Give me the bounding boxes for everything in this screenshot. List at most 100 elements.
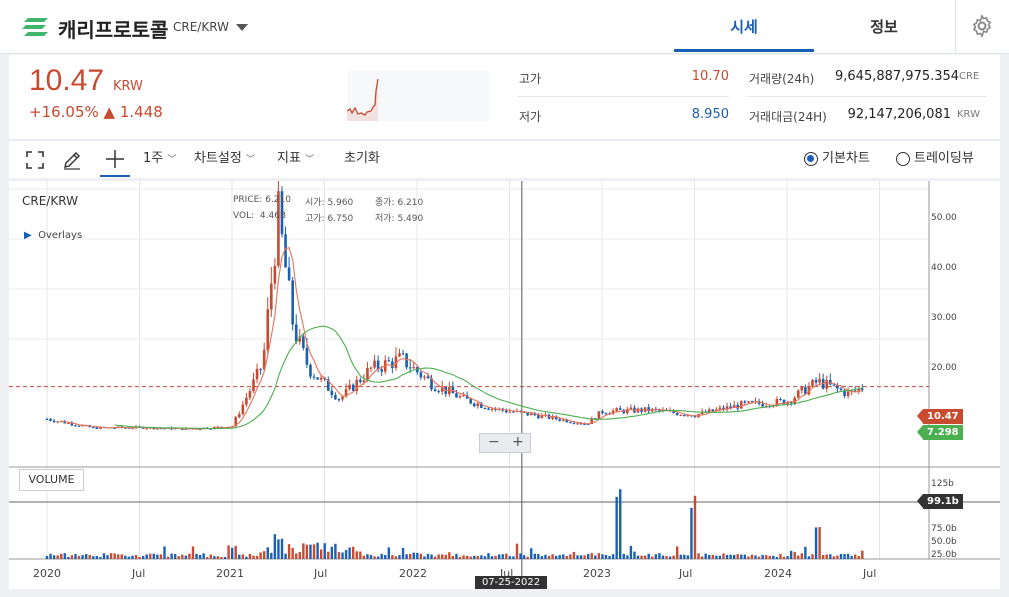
volume-bar [643,555,647,559]
crosshair-tool-button[interactable] [100,141,130,177]
chart-canvas[interactable] [9,181,1000,589]
volume-bar [544,554,547,559]
long-moving-average-line [114,325,863,430]
candle-body [312,376,316,378]
volume-bar [74,554,77,559]
volume-bar [351,546,355,559]
volume-bar [576,555,579,559]
basic-chart-radio[interactable] [804,152,818,166]
volume-bar [708,554,711,559]
time-axis-tick: 2023 [583,567,611,580]
candle-body [693,416,697,418]
chevron-down-icon[interactable] [236,24,248,31]
reset-button[interactable]: 초기화 [344,141,380,179]
candle-body [604,413,608,415]
volume-bar [124,555,127,559]
candle-body [512,411,515,413]
volume-bar [63,553,67,559]
candle-body [270,283,273,310]
candle-body [739,401,743,409]
zoom-out-button[interactable]: − [488,434,500,450]
pencil-icon[interactable] [62,150,82,170]
price-chart[interactable]: CRE/KRW ▶ Overlays PRICE: 6.210 시가: 5.96… [9,181,1000,589]
volume-bar [658,553,661,559]
volume-bar [348,547,351,559]
volume-bar [615,496,618,559]
volume-bar [302,543,305,559]
volume-bar [234,545,237,559]
volume-bar [184,555,188,559]
interval-select[interactable]: 1주 ﹀ [143,141,176,179]
fullscreen-icon[interactable] [26,151,44,169]
time-axis-tick: 2020 [33,567,61,580]
volume-bar [661,555,665,559]
candle-body [412,367,416,369]
volume-bar [686,555,690,559]
zoom-control[interactable]: − + [479,433,531,453]
candle-body [825,380,829,389]
volume-bar [636,555,640,559]
tab-info[interactable]: 정보 [814,0,954,52]
volume-bar [159,554,163,559]
volume-bar [230,547,234,559]
volume-bar [572,551,576,559]
volume-bar [601,554,604,559]
candle-body [52,420,56,423]
candle-body [675,412,679,416]
volume-bar [255,556,259,559]
overlays-toggle[interactable]: ▶ Overlays [24,230,82,241]
volume-bar [743,554,747,559]
settings-button[interactable] [955,0,1009,53]
volume-bar [690,507,693,559]
volume-bar [117,554,120,559]
volume-bar [668,556,672,559]
candle-body [398,353,401,357]
volume-bar [359,551,362,559]
volume-bar [376,556,380,559]
zoom-in-button[interactable]: + [512,434,524,450]
volume-bar [362,555,366,559]
candle-body [750,401,754,403]
volume-bar [590,553,593,559]
volume-bar [423,556,426,559]
volume-bar [316,542,319,559]
trading-view-radio[interactable] [896,152,910,166]
volume-bar [312,544,316,559]
candle-body [437,391,440,393]
volume-bar [554,555,558,559]
volume-bar [497,554,501,559]
volume-bar [109,553,113,559]
candle-body [811,379,814,387]
volume-bar [259,552,262,559]
candle-body [718,407,722,410]
volume-bar [334,543,337,559]
tab-price[interactable]: 시세 [674,0,814,52]
volume-bar [156,554,159,559]
indicators-menu[interactable]: 지표 ﹀ [277,141,314,179]
basic-chart-label[interactable]: 기본차트 [822,141,870,179]
candle-body [472,403,476,407]
trading-view-label[interactable]: 트레이딩뷰 [914,141,974,179]
volume-bar [405,554,408,559]
volume-bar [811,554,814,559]
chart-settings-menu[interactable]: 차트설정 ﹀ [194,141,255,179]
volume-bar [718,555,722,559]
candle-body [597,411,601,420]
sparkline-chart [347,71,489,121]
volume-bar [775,557,779,559]
chart-toolbar: 1주 ﹀ 차트설정 ﹀ 지표 ﹀ 초기화 기본차트 트레이딩뷰 [9,140,1000,178]
candle-body [743,401,747,403]
volume-bar [330,546,334,559]
volume-bar [604,555,608,559]
volume-bar [102,553,106,559]
candle-body [419,372,423,378]
candle-body [572,422,576,424]
volume-bar [145,554,148,559]
volume-bar [88,554,91,559]
candle-body [131,428,134,430]
volume-bar [45,555,49,559]
volume-bar [626,555,629,559]
volume-bar [800,553,804,559]
volume-bar [433,556,437,559]
candle-body [77,425,81,427]
